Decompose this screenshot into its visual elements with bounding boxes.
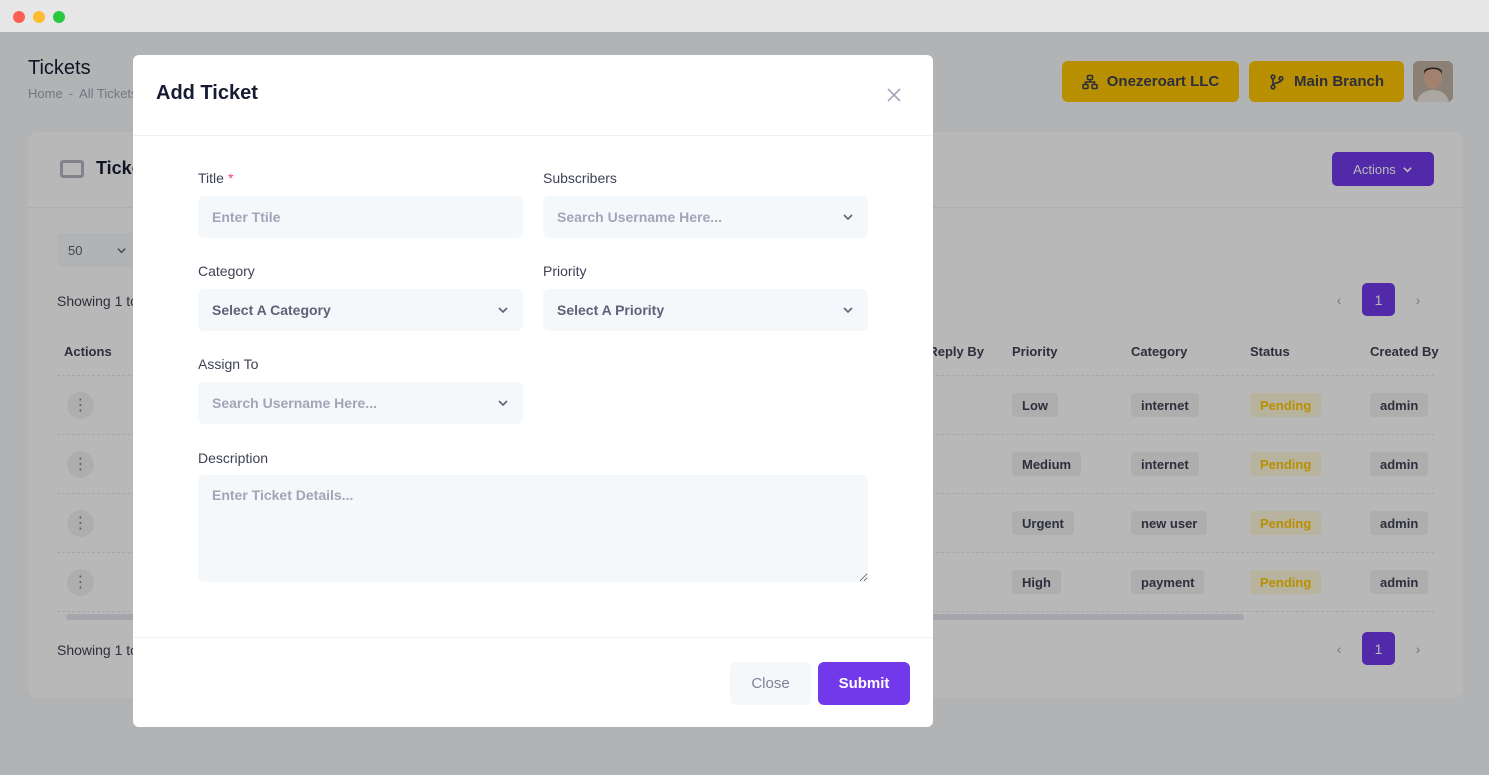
title-field [198, 196, 523, 238]
chevron-down-icon [843, 307, 853, 314]
category-label: Category [198, 263, 255, 279]
modal-close-button[interactable] [884, 85, 904, 105]
chevron-down-icon [498, 307, 508, 314]
assign-to-placeholder: Search Username Here... [212, 395, 377, 411]
submit-button[interactable]: Submit [818, 662, 910, 705]
close-button[interactable]: Close [730, 662, 811, 705]
window-titlebar [0, 0, 1489, 32]
title-label-text: Title [198, 170, 224, 186]
description-label: Description [198, 450, 269, 466]
modal-header: Add Ticket [133, 55, 933, 136]
modal-footer: Close Submit [133, 637, 933, 727]
chevron-down-icon [498, 400, 508, 407]
close-icon [887, 88, 901, 102]
required-mark: * [227, 170, 234, 186]
priority-label: Priority [543, 263, 587, 279]
subscribers-placeholder: Search Username Here... [557, 209, 722, 225]
subscribers-select[interactable]: Search Username Here... [543, 196, 868, 238]
category-selected-value: Select A Category [212, 302, 331, 318]
assign-to-label: Assign To [198, 356, 259, 372]
window-maximize-icon[interactable] [53, 11, 65, 23]
title-input[interactable] [212, 209, 509, 225]
priority-select[interactable]: Select A Priority [543, 289, 868, 331]
title-label: Title * [198, 170, 233, 186]
add-ticket-modal: Add Ticket Title* Subscribers Search Use… [133, 55, 933, 727]
category-select[interactable]: Select A Category [198, 289, 523, 331]
description-textarea[interactable] [198, 475, 868, 582]
assign-to-select[interactable]: Search Username Here... [198, 382, 523, 424]
subscribers-label: Subscribers [543, 170, 617, 186]
chevron-down-icon [843, 214, 853, 221]
window-minimize-icon[interactable] [33, 11, 45, 23]
modal-title: Add Ticket [156, 82, 258, 104]
window-close-icon[interactable] [13, 11, 25, 23]
priority-selected-value: Select A Priority [557, 302, 665, 318]
